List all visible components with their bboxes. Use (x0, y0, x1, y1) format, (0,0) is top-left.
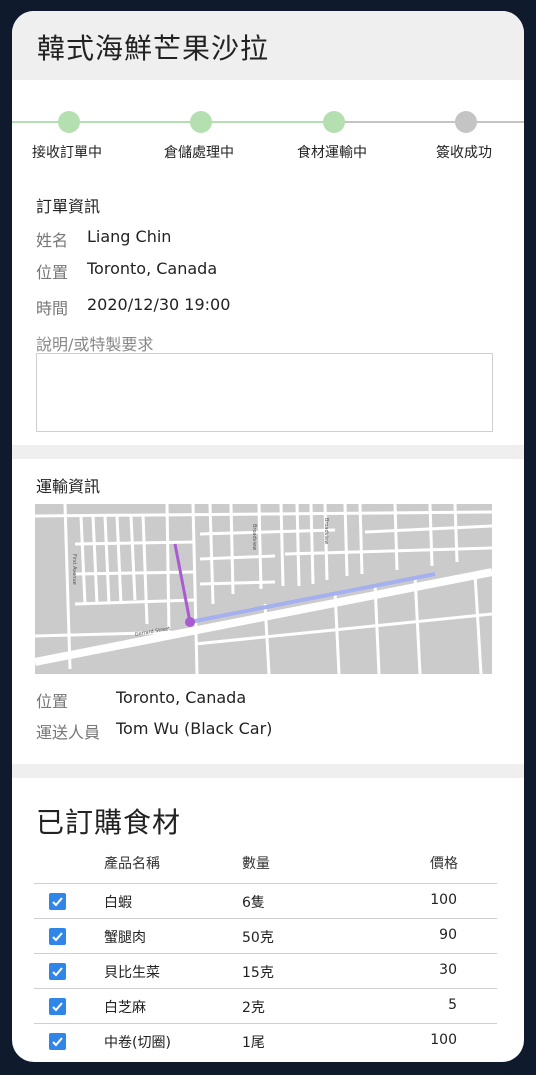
ingredient-name: 蟹腿肉 (104, 930, 146, 946)
ingredient-qty: 1尾 (242, 1035, 265, 1051)
checkbox[interactable] (49, 893, 66, 910)
checkbox[interactable] (49, 928, 66, 945)
time-value: 2020/12/30 19:00 (87, 295, 231, 314)
ingredient-qty: 15克 (242, 965, 274, 981)
column-header-qty: 數量 (242, 856, 270, 872)
special-request-textarea[interactable] (36, 353, 493, 432)
ingredient-qty: 2克 (242, 1000, 265, 1016)
checkbox[interactable] (49, 998, 66, 1015)
ingredient-price: 100 (430, 892, 457, 908)
progress-line-pending (334, 121, 524, 123)
ingredient-name: 貝比生菜 (104, 965, 160, 981)
section-divider-2 (12, 764, 524, 778)
ingredient-price: 100 (430, 1032, 457, 1048)
table-row: 貝比生菜 15克 30 (34, 953, 497, 989)
step-dot-transport (323, 111, 345, 133)
step-label-delivered: 簽收成功 (436, 145, 492, 161)
map-graphic: Gerrard Street First Avenue Broadview Br… (35, 504, 492, 674)
note-label: 說明/或特製要求 (36, 335, 154, 354)
ingredient-price: 5 (448, 997, 457, 1013)
ingredient-price: 90 (439, 927, 457, 943)
step-label-transport: 食材運輸中 (297, 145, 367, 161)
step-label-warehouse: 倉儲處理中 (164, 145, 234, 161)
device-frame: 韓式海鮮芒果沙拉 接收訂單中 倉儲處理中 食材運輸中 簽收成功 訂單資訊 姓名 … (0, 0, 536, 1075)
ingredient-price: 30 (439, 962, 457, 978)
ingredient-qty: 6隻 (242, 895, 265, 911)
table-row: 白芝麻 2克 5 (34, 988, 497, 1024)
order-progress-stepper: 接收訂單中 倉儲處理中 食材運輸中 簽收成功 (12, 111, 524, 171)
app-screen: 韓式海鮮芒果沙拉 接收訂單中 倉儲處理中 食材運輸中 簽收成功 訂單資訊 姓名 … (12, 11, 524, 1062)
delivery-map[interactable]: Gerrard Street First Avenue Broadview Br… (35, 504, 492, 674)
ingredient-name: 中卷(切圈) (104, 1035, 171, 1051)
driver-label: 運送人員 (36, 723, 101, 742)
shipping-location-label: 位置 (36, 692, 69, 711)
step-label-received: 接收訂單中 (32, 145, 102, 161)
shipping-location-value: Toronto, Canada (116, 688, 247, 707)
location-label: 位置 (36, 263, 69, 282)
name-label: 姓名 (36, 231, 69, 250)
header-bar: 韓式海鮮芒果沙拉 (12, 11, 524, 80)
step-dot-warehouse (190, 111, 212, 133)
location-value: Toronto, Canada (87, 259, 218, 278)
ingredients-title: 已訂購食材 (36, 806, 182, 839)
table-row: 蟹腿肉 50克 90 (34, 918, 497, 954)
map-street-label-broadview-2: Broadview (323, 518, 329, 544)
checkbox[interactable] (49, 1033, 66, 1050)
driver-value: Tom Wu (Black Car) (116, 719, 273, 738)
checkmark-icon (52, 932, 63, 942)
step-dot-delivered (455, 111, 477, 133)
checkmark-icon (52, 967, 63, 977)
order-section-title: 訂單資訊 (36, 197, 101, 216)
name-value: Liang Chin (87, 227, 172, 246)
shipping-section-title: 運輸資訊 (36, 477, 101, 496)
time-label: 時間 (36, 299, 69, 318)
checkmark-icon (52, 1037, 63, 1047)
checkmark-icon (52, 1002, 63, 1012)
page-title: 韓式海鮮芒果沙拉 (37, 32, 270, 65)
column-header-price: 價格 (430, 856, 458, 872)
ingredient-qty: 50克 (242, 930, 274, 946)
section-divider (12, 445, 524, 459)
column-header-name: 產品名稱 (104, 856, 160, 872)
checkmark-icon (52, 897, 63, 907)
table-row: 中卷(切圈) 1尾 100 (34, 1023, 497, 1059)
map-street-label-broadview: Broadview (251, 524, 257, 550)
ingredient-name: 白芝麻 (104, 1000, 146, 1016)
ingredient-name: 白蝦 (104, 895, 132, 911)
step-dot-received (58, 111, 80, 133)
checkbox[interactable] (49, 963, 66, 980)
map-street-label-first-ave: First Avenue (71, 554, 77, 585)
table-row: 白蝦 6隻 100 (34, 883, 497, 919)
